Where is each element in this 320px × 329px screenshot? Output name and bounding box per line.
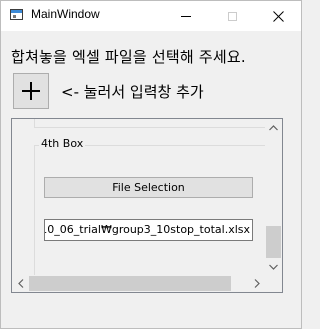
scroll-right-button[interactable]	[248, 275, 265, 292]
plus-icon	[22, 82, 40, 100]
minimize-icon	[181, 15, 191, 17]
scroll-up-button[interactable]	[265, 119, 282, 136]
vertical-scrollbar[interactable]	[265, 119, 282, 275]
maximize-button[interactable]	[209, 1, 255, 31]
add-input-button[interactable]	[13, 73, 49, 109]
scroll-down-button[interactable]	[265, 258, 282, 275]
input-scroll-area[interactable]: 4th Box File Selection _10_06_trial₩grou…	[11, 118, 283, 293]
close-icon	[272, 10, 284, 22]
file-path-value: _10_06_trial₩group3_10stop_total.xlsx	[44, 223, 250, 236]
title-bar[interactable]: MainWindow	[1, 1, 301, 31]
horizontal-scrollbar[interactable]	[12, 275, 265, 292]
maximize-icon	[227, 11, 237, 21]
scrollbar-corner	[265, 275, 282, 292]
window-title: MainWindow	[31, 7, 100, 21]
instruction-label: 합쳐놓을 엑셀 파일을 선택해 주세요.	[11, 48, 246, 66]
chevron-up-icon	[269, 124, 278, 130]
close-button[interactable]	[255, 1, 301, 31]
window-app-icon	[10, 9, 23, 20]
horizontal-scroll-thumb[interactable]	[29, 276, 231, 291]
file-selection-button[interactable]: File Selection	[44, 177, 253, 198]
minimize-button[interactable]	[163, 1, 209, 31]
main-window: MainWindow 합쳐놓을 엑셀 파일을 선택해 주세요. <- 눌러서 입…	[0, 0, 302, 329]
scroll-left-button[interactable]	[12, 275, 29, 292]
previous-groupbox	[34, 119, 272, 128]
vertical-scroll-thumb[interactable]	[266, 226, 281, 258]
groupbox-title: 4th Box	[39, 137, 86, 150]
file-path-input[interactable]: _10_06_trial₩group3_10stop_total.xlsx	[44, 219, 253, 241]
add-hint-label: <- 눌러서 입력창 추가	[61, 83, 204, 101]
chevron-left-icon	[17, 279, 23, 288]
chevron-right-icon	[254, 279, 260, 288]
chevron-down-icon	[269, 264, 278, 270]
